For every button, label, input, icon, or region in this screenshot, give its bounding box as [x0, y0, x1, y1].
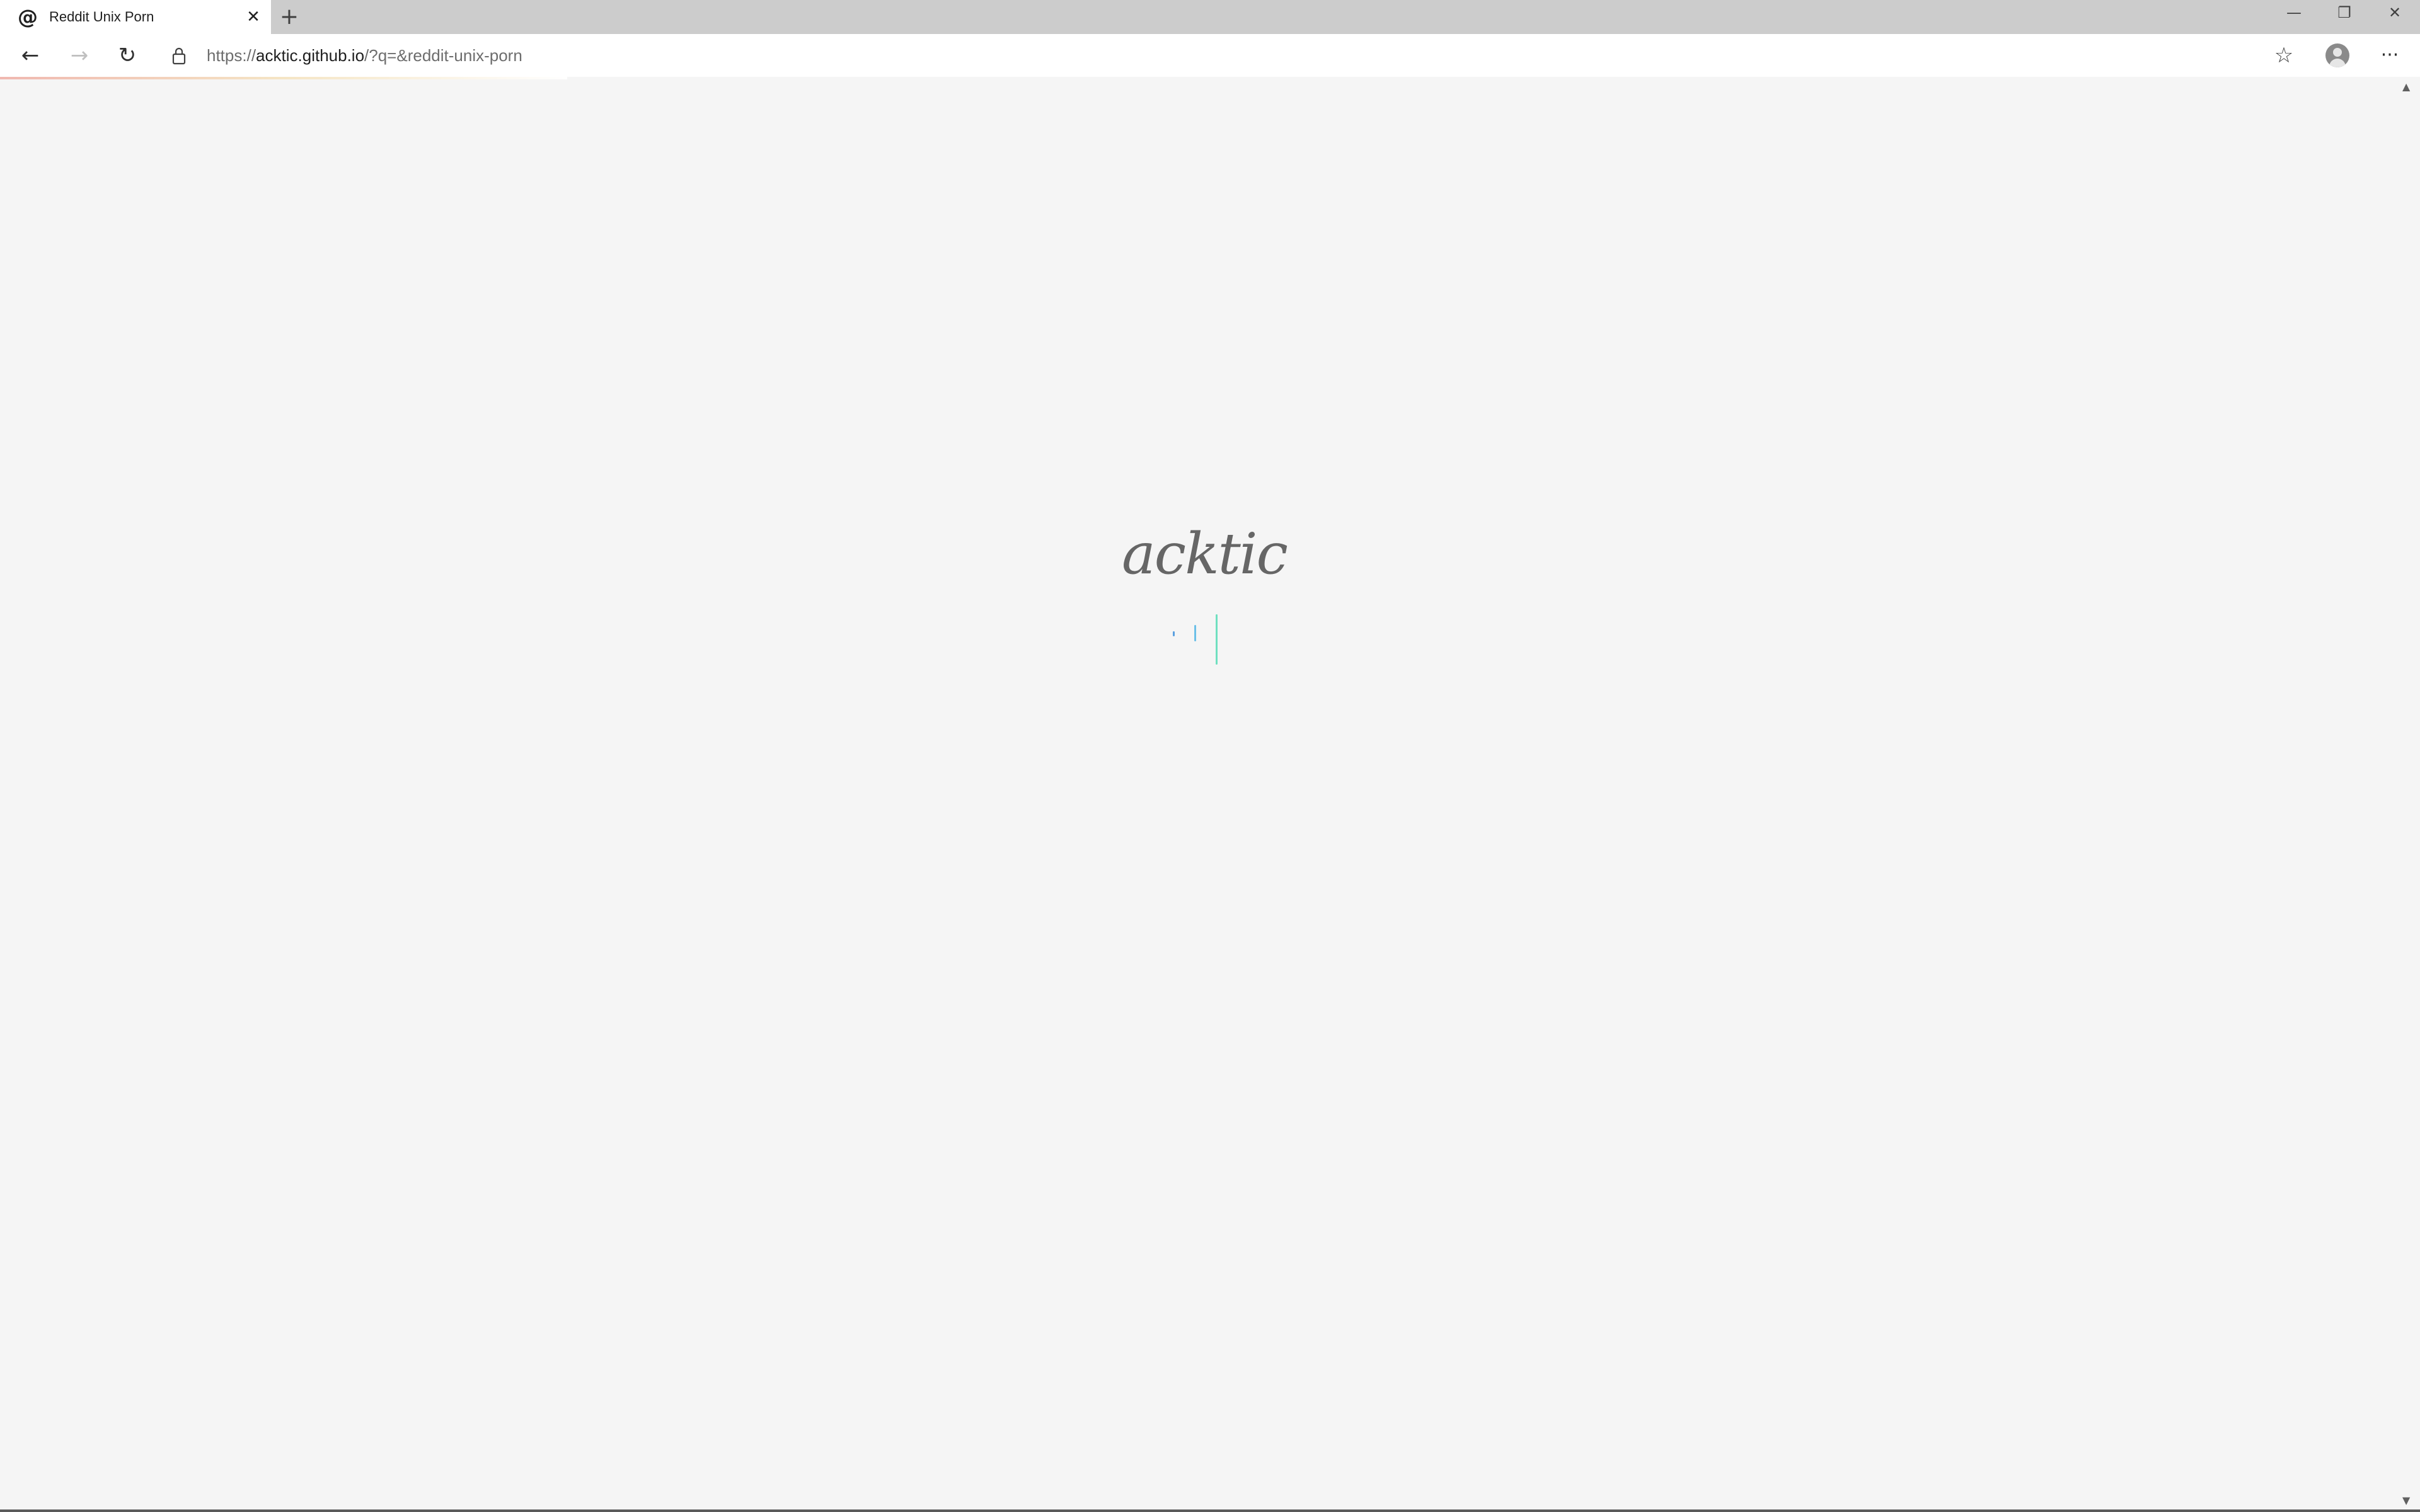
scrollbar[interactable] — [2401, 79, 2420, 1512]
refresh-icon[interactable]: ↻ — [112, 40, 142, 71]
tab-active[interactable]: @ Reddit Unix Porn ✕ — [0, 0, 271, 34]
url-path: /?q=&reddit-unix-porn — [364, 46, 522, 65]
back-arrow-icon[interactable]: ← — [15, 40, 45, 71]
tab-strip: @ Reddit Unix Porn ✕ + — ❐ ✕ — [0, 0, 2420, 34]
spinner-bar-2 — [1194, 625, 1196, 641]
site-logo: acktic — [1122, 521, 1288, 587]
close-icon[interactable]: ✕ — [243, 7, 263, 27]
spinner-bar-1 — [1173, 631, 1175, 636]
avatar-body — [2329, 59, 2346, 67]
minimize-icon[interactable]: — — [2269, 0, 2319, 25]
lock-icon — [172, 47, 186, 65]
address-bar[interactable]: https://acktic.github.io/?q=&reddit-unix… — [207, 45, 522, 66]
browser-window: @ Reddit Unix Porn ✕ + — ❐ ✕ ← → ↻ https… — [0, 0, 2420, 1512]
tab-title: Reddit Unix Porn — [49, 9, 154, 25]
avatar-icon[interactable] — [2325, 43, 2349, 67]
avatar-head — [2333, 48, 2342, 57]
bottom-edge — [0, 1509, 2420, 1512]
forward-arrow-icon[interactable]: → — [64, 40, 95, 71]
loading-spinner — [1173, 614, 1218, 665]
spinner-bar-3 — [1216, 614, 1218, 665]
scroll-up-icon[interactable]: ▲ — [2402, 81, 2410, 93]
scroll-down-icon[interactable]: ▼ — [2402, 1494, 2410, 1506]
url-host: acktic.github.io — [256, 46, 365, 65]
new-tab-button[interactable]: + — [277, 5, 301, 29]
url-scheme: https:// — [207, 46, 256, 65]
star-icon[interactable]: ☆ — [2269, 40, 2299, 71]
page-content — [0, 79, 2401, 1512]
window-close-icon[interactable]: ✕ — [2370, 0, 2420, 25]
restore-icon[interactable]: ❐ — [2319, 0, 2370, 25]
more-icon[interactable]: ··· — [2375, 40, 2405, 71]
at-sign-icon: @ — [18, 5, 38, 29]
